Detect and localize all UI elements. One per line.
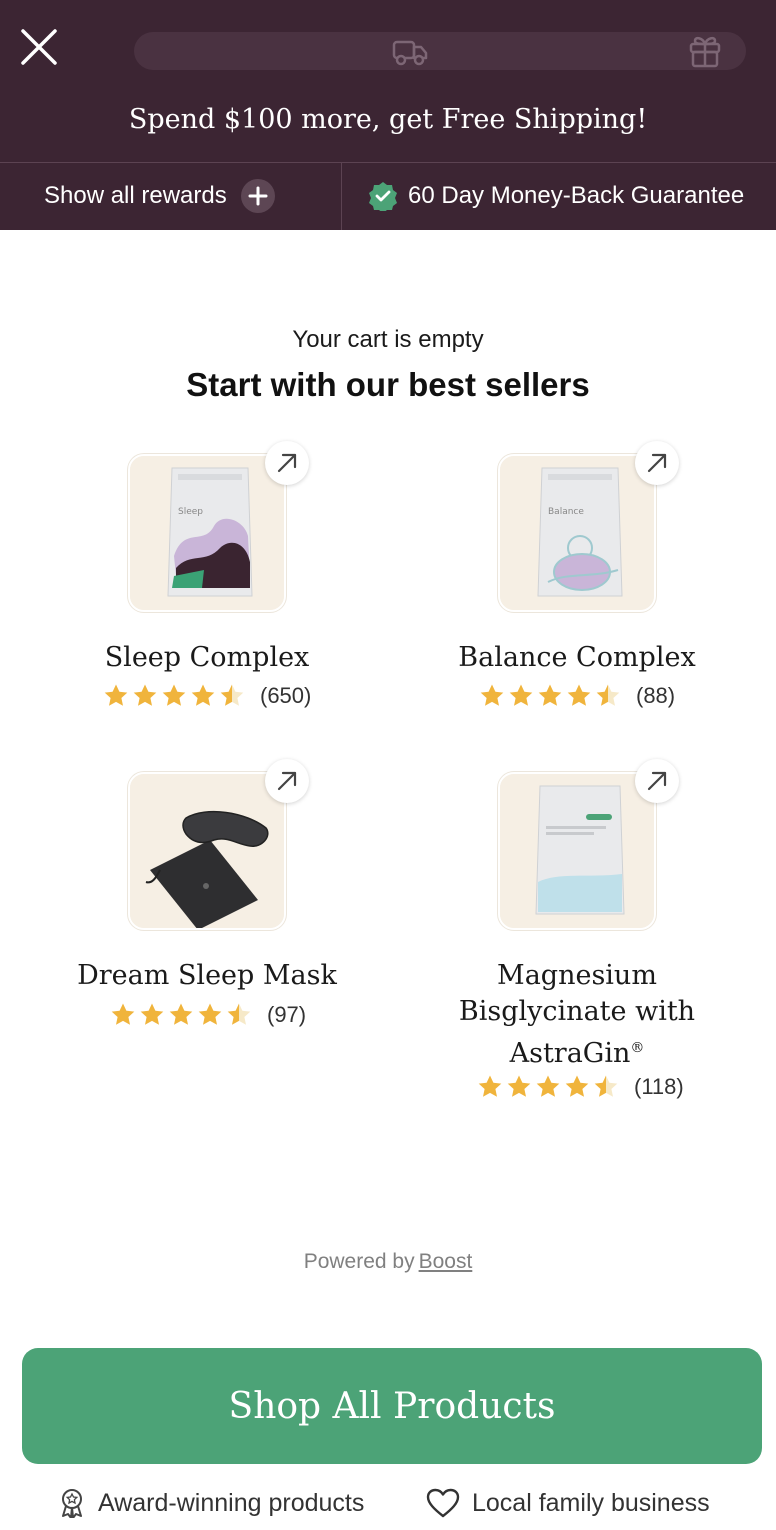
guarantee-badge: 60 Day Money-Back Guarantee xyxy=(368,176,744,216)
cart-header: Spend $100 more, get Free Shipping! Show… xyxy=(0,0,776,230)
header-divider xyxy=(0,162,776,163)
shipping-progress-bar xyxy=(134,32,746,70)
star-icon xyxy=(538,684,562,706)
open-product-button[interactable] xyxy=(265,759,309,803)
gift-icon xyxy=(689,36,721,68)
boost-link[interactable]: Boost xyxy=(419,1250,473,1273)
powered-by: Powered by Boost xyxy=(0,1250,776,1274)
product-image-sleep-complex[interactable]: Sleep xyxy=(128,454,286,612)
star-rating xyxy=(479,683,624,709)
product-image-dream-sleep-mask[interactable] xyxy=(128,772,286,930)
empty-cart-message: Your cart is empty xyxy=(292,326,484,353)
star-icon xyxy=(478,1075,502,1097)
product-name[interactable]: Sleep Complex xyxy=(37,640,377,676)
star-icon xyxy=(140,1003,164,1025)
star-rating xyxy=(477,1074,622,1100)
guarantee-label: 60 Day Money-Back Guarantee xyxy=(408,182,745,209)
best-sellers-heading: Start with our best sellers xyxy=(186,366,590,403)
arrow-up-right-icon xyxy=(647,453,667,473)
star-icon xyxy=(480,684,504,706)
star-icon xyxy=(567,684,591,706)
star-icon xyxy=(227,1003,251,1025)
award-label: Award-winning products xyxy=(98,1488,365,1517)
star-icon xyxy=(594,1075,618,1097)
shipping-message: Spend $100 more, get Free Shipping! xyxy=(128,104,648,135)
open-product-button[interactable] xyxy=(265,441,309,485)
show-rewards-button[interactable]: Show all rewards xyxy=(44,176,275,216)
product-rating: (118) xyxy=(477,1074,684,1100)
svg-text:Sleep: Sleep xyxy=(178,507,203,517)
star-icon xyxy=(111,1003,135,1025)
star-icon xyxy=(191,684,215,706)
open-product-button[interactable] xyxy=(635,441,679,485)
star-rating xyxy=(103,683,248,709)
verified-badge-icon xyxy=(369,182,397,211)
arrow-up-right-icon xyxy=(277,771,297,791)
star-icon xyxy=(162,684,186,706)
review-count: (97) xyxy=(267,1002,307,1027)
star-icon xyxy=(565,1075,589,1097)
header-vertical-divider xyxy=(341,163,342,230)
svg-text:Balance: Balance xyxy=(548,507,584,517)
product-name[interactable]: Dream Sleep Mask xyxy=(37,958,377,994)
product-image-magnesium[interactable] xyxy=(498,772,656,930)
open-product-button[interactable] xyxy=(635,759,679,803)
star-icon xyxy=(198,1003,222,1025)
product-image-balance-complex[interactable]: Balance xyxy=(498,454,656,612)
powered-by-label: Powered by xyxy=(303,1250,415,1273)
review-count: (650) xyxy=(260,683,312,708)
award-badge: Award-winning products xyxy=(58,1488,364,1518)
rewards-label: Show all rewards xyxy=(44,182,227,209)
product-rating: (88) xyxy=(479,683,675,709)
review-count: (118) xyxy=(634,1074,684,1099)
review-count: (88) xyxy=(636,683,676,708)
product-name[interactable]: Magnesium Bisglycinate with AstraGin® xyxy=(437,958,717,1072)
local-business-label: Local family business xyxy=(472,1488,710,1517)
local-business-badge: Local family business xyxy=(426,1488,710,1518)
close-button[interactable] xyxy=(18,26,60,68)
product-name[interactable]: Balance Complex xyxy=(407,640,747,676)
trust-badges: Award-winning products Local family busi… xyxy=(0,1488,776,1530)
close-icon xyxy=(21,29,57,65)
arrow-up-right-icon xyxy=(277,453,297,473)
star-icon xyxy=(133,684,157,706)
heart-icon xyxy=(426,1488,460,1518)
star-icon xyxy=(104,684,128,706)
arrow-up-right-icon xyxy=(647,771,667,791)
award-ribbon-icon xyxy=(62,1489,82,1518)
product-rating: (650) xyxy=(103,683,311,709)
truck-icon xyxy=(392,40,428,66)
shop-all-products-button[interactable]: Shop All Products xyxy=(22,1348,762,1464)
star-icon xyxy=(507,1075,531,1097)
star-icon xyxy=(220,684,244,706)
plus-icon xyxy=(240,179,275,213)
star-icon xyxy=(596,684,620,706)
star-rating xyxy=(110,1002,255,1028)
star-icon xyxy=(509,684,533,706)
star-icon xyxy=(536,1075,560,1097)
product-rating: (97) xyxy=(110,1002,306,1028)
star-icon xyxy=(169,1003,193,1025)
